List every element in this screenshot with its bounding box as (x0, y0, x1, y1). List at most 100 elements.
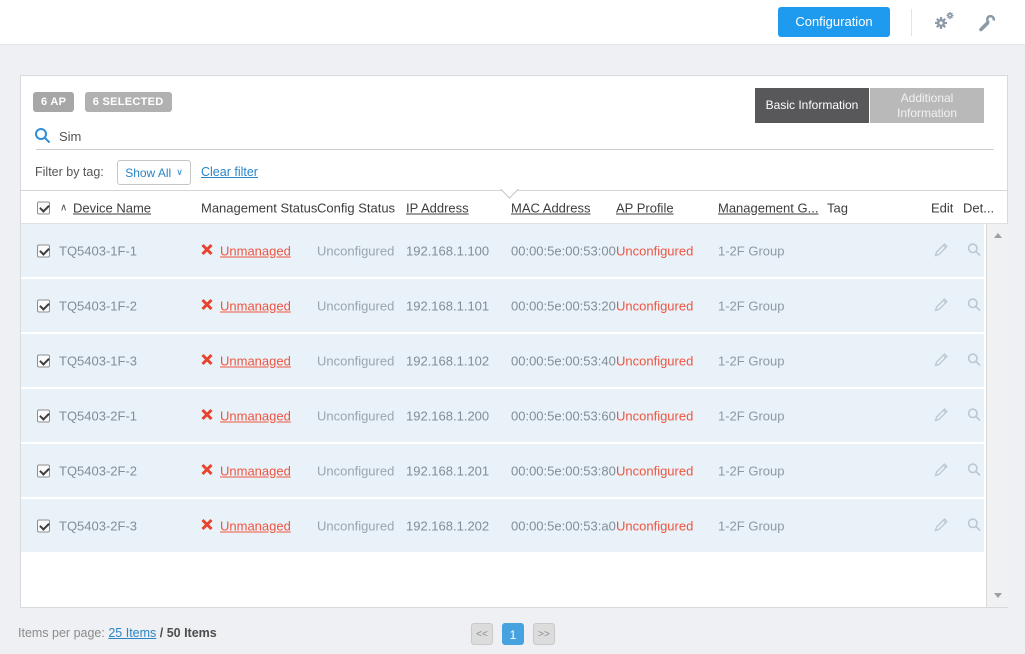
settings-gear-icon[interactable] (933, 11, 956, 38)
table-scrollbar[interactable] (986, 224, 1008, 607)
col-details: Det... (963, 201, 994, 216)
config-status: Unconfigured (317, 353, 394, 368)
search-input[interactable] (59, 125, 479, 147)
page-size-link[interactable]: 25 Items (108, 626, 156, 640)
col-config-status: Config Status (317, 201, 395, 216)
mac-address: 00:00:5e:00:53:60 (511, 408, 616, 423)
ip-address: 192.168.1.202 (406, 518, 489, 533)
configuration-button[interactable]: Configuration (778, 7, 890, 37)
management-status-link[interactable]: Unmanaged (220, 463, 291, 478)
top-toolbar: Configuration (0, 0, 1025, 45)
edit-pencil-icon[interactable] (933, 241, 950, 261)
edit-pencil-icon[interactable] (933, 461, 950, 481)
ip-address: 192.168.1.102 (406, 353, 489, 368)
toolbar-divider (911, 9, 912, 36)
management-status-link[interactable]: Unmanaged (220, 353, 291, 368)
tag-filter-dropdown[interactable]: Show All ∨ (117, 160, 191, 185)
row-checkbox[interactable] (37, 519, 50, 532)
info-tabs: Basic Information Additional Information (755, 88, 984, 123)
management-status-link[interactable]: Unmanaged (220, 298, 291, 313)
management-group: 1-2F Group (718, 408, 784, 423)
details-magnifier-icon[interactable] (967, 407, 981, 424)
col-ip-address[interactable]: IP Address (406, 201, 469, 216)
search-underline (36, 149, 994, 150)
details-magnifier-icon[interactable] (967, 242, 981, 259)
mac-address: 00:00:5e:00:53:80 (511, 463, 616, 478)
pagination-bar: Items per page: 25 Items / 50 Items << 1… (0, 615, 1025, 654)
table-body: TQ5403-1F-1 Unmanaged Unconfigured 192.1… (21, 224, 984, 554)
table-row[interactable]: TQ5403-2F-2 Unmanaged Unconfigured 192.1… (21, 444, 984, 497)
ap-profile-status: Unconfigured (616, 353, 693, 368)
ap-count-badge: 6 AP (33, 92, 74, 112)
management-group: 1-2F Group (718, 243, 784, 258)
management-group: 1-2F Group (718, 298, 784, 313)
table-row[interactable]: TQ5403-1F-2 Unmanaged Unconfigured 192.1… (21, 279, 984, 332)
row-checkbox[interactable] (37, 244, 50, 257)
config-status: Unconfigured (317, 243, 394, 258)
table-row[interactable]: TQ5403-1F-3 Unmanaged Unconfigured 192.1… (21, 334, 984, 387)
filter-by-tag-label: Filter by tag: (35, 165, 104, 179)
search-icon (34, 127, 51, 149)
row-checkbox[interactable] (37, 354, 50, 367)
edit-pencil-icon[interactable] (933, 406, 950, 426)
management-status-link[interactable]: Unmanaged (220, 243, 291, 258)
clear-filter-link[interactable]: Clear filter (201, 165, 258, 179)
edit-pencil-icon[interactable] (933, 296, 950, 316)
col-ap-profile[interactable]: AP Profile (616, 201, 674, 216)
count-badges: 6 AP 6 SELECTED (33, 92, 178, 112)
row-checkbox[interactable] (37, 299, 50, 312)
scroll-up-icon[interactable] (994, 233, 1002, 238)
management-status-link[interactable]: Unmanaged (220, 408, 291, 423)
ap-profile-status: Unconfigured (616, 518, 693, 533)
management-status-link[interactable]: Unmanaged (220, 518, 291, 533)
unmanaged-x-icon (201, 518, 213, 533)
col-device-name[interactable]: Device Name (73, 201, 151, 216)
scroll-down-icon[interactable] (994, 593, 1002, 598)
unmanaged-x-icon (201, 298, 213, 313)
details-magnifier-icon[interactable] (967, 297, 981, 314)
device-name: TQ5403-2F-3 (59, 518, 137, 533)
col-management-status: Management Status (201, 201, 317, 216)
tab-basic-information[interactable]: Basic Information (755, 88, 869, 123)
col-tag: Tag (827, 201, 848, 216)
ap-profile-status: Unconfigured (616, 243, 693, 258)
device-name: TQ5403-1F-2 (59, 298, 137, 313)
items-per-page-label: Items per page: (18, 626, 105, 640)
details-magnifier-icon[interactable] (967, 352, 981, 369)
table-row[interactable]: TQ5403-1F-1 Unmanaged Unconfigured 192.1… (21, 224, 984, 277)
col-edit: Edit (931, 201, 953, 216)
config-status: Unconfigured (317, 408, 394, 423)
management-group: 1-2F Group (718, 463, 784, 478)
details-magnifier-icon[interactable] (967, 462, 981, 479)
prev-page-button[interactable]: << (471, 623, 493, 645)
row-checkbox[interactable] (37, 464, 50, 477)
table-row[interactable]: TQ5403-2F-1 Unmanaged Unconfigured 192.1… (21, 389, 984, 442)
select-all-checkbox[interactable] (37, 202, 50, 215)
col-mac-address[interactable]: MAC Address (511, 201, 590, 216)
row-checkbox[interactable] (37, 409, 50, 422)
management-group: 1-2F Group (718, 353, 784, 368)
tools-wrench-icon[interactable] (977, 13, 997, 38)
device-name: TQ5403-2F-1 (59, 408, 137, 423)
management-group: 1-2F Group (718, 518, 784, 533)
ip-address: 192.168.1.101 (406, 298, 489, 313)
table-row[interactable]: TQ5403-2F-3 Unmanaged Unconfigured 192.1… (21, 499, 984, 552)
chevron-down-icon: ∨ (176, 167, 183, 178)
unmanaged-x-icon (201, 408, 213, 423)
unmanaged-x-icon (201, 353, 213, 368)
ap-profile-status: Unconfigured (616, 463, 693, 478)
unmanaged-x-icon (201, 243, 213, 258)
mac-address: 00:00:5e:00:53:40 (511, 353, 616, 368)
col-management-group[interactable]: Management G... (718, 201, 818, 216)
details-magnifier-icon[interactable] (967, 517, 981, 534)
device-list-panel: 6 AP 6 SELECTED Basic Information Additi… (20, 75, 1008, 608)
edit-pencil-icon[interactable] (933, 351, 950, 371)
mac-address: 00:00:5e:00:53:00 (511, 243, 616, 258)
sort-ascending-icon[interactable]: ∧ (60, 203, 67, 214)
tab-additional-information[interactable]: Additional Information (870, 88, 984, 123)
ap-profile-status: Unconfigured (616, 298, 693, 313)
next-page-button[interactable]: >> (533, 623, 555, 645)
edit-pencil-icon[interactable] (933, 516, 950, 536)
device-name: TQ5403-1F-1 (59, 243, 137, 258)
current-page-button[interactable]: 1 (502, 623, 524, 645)
